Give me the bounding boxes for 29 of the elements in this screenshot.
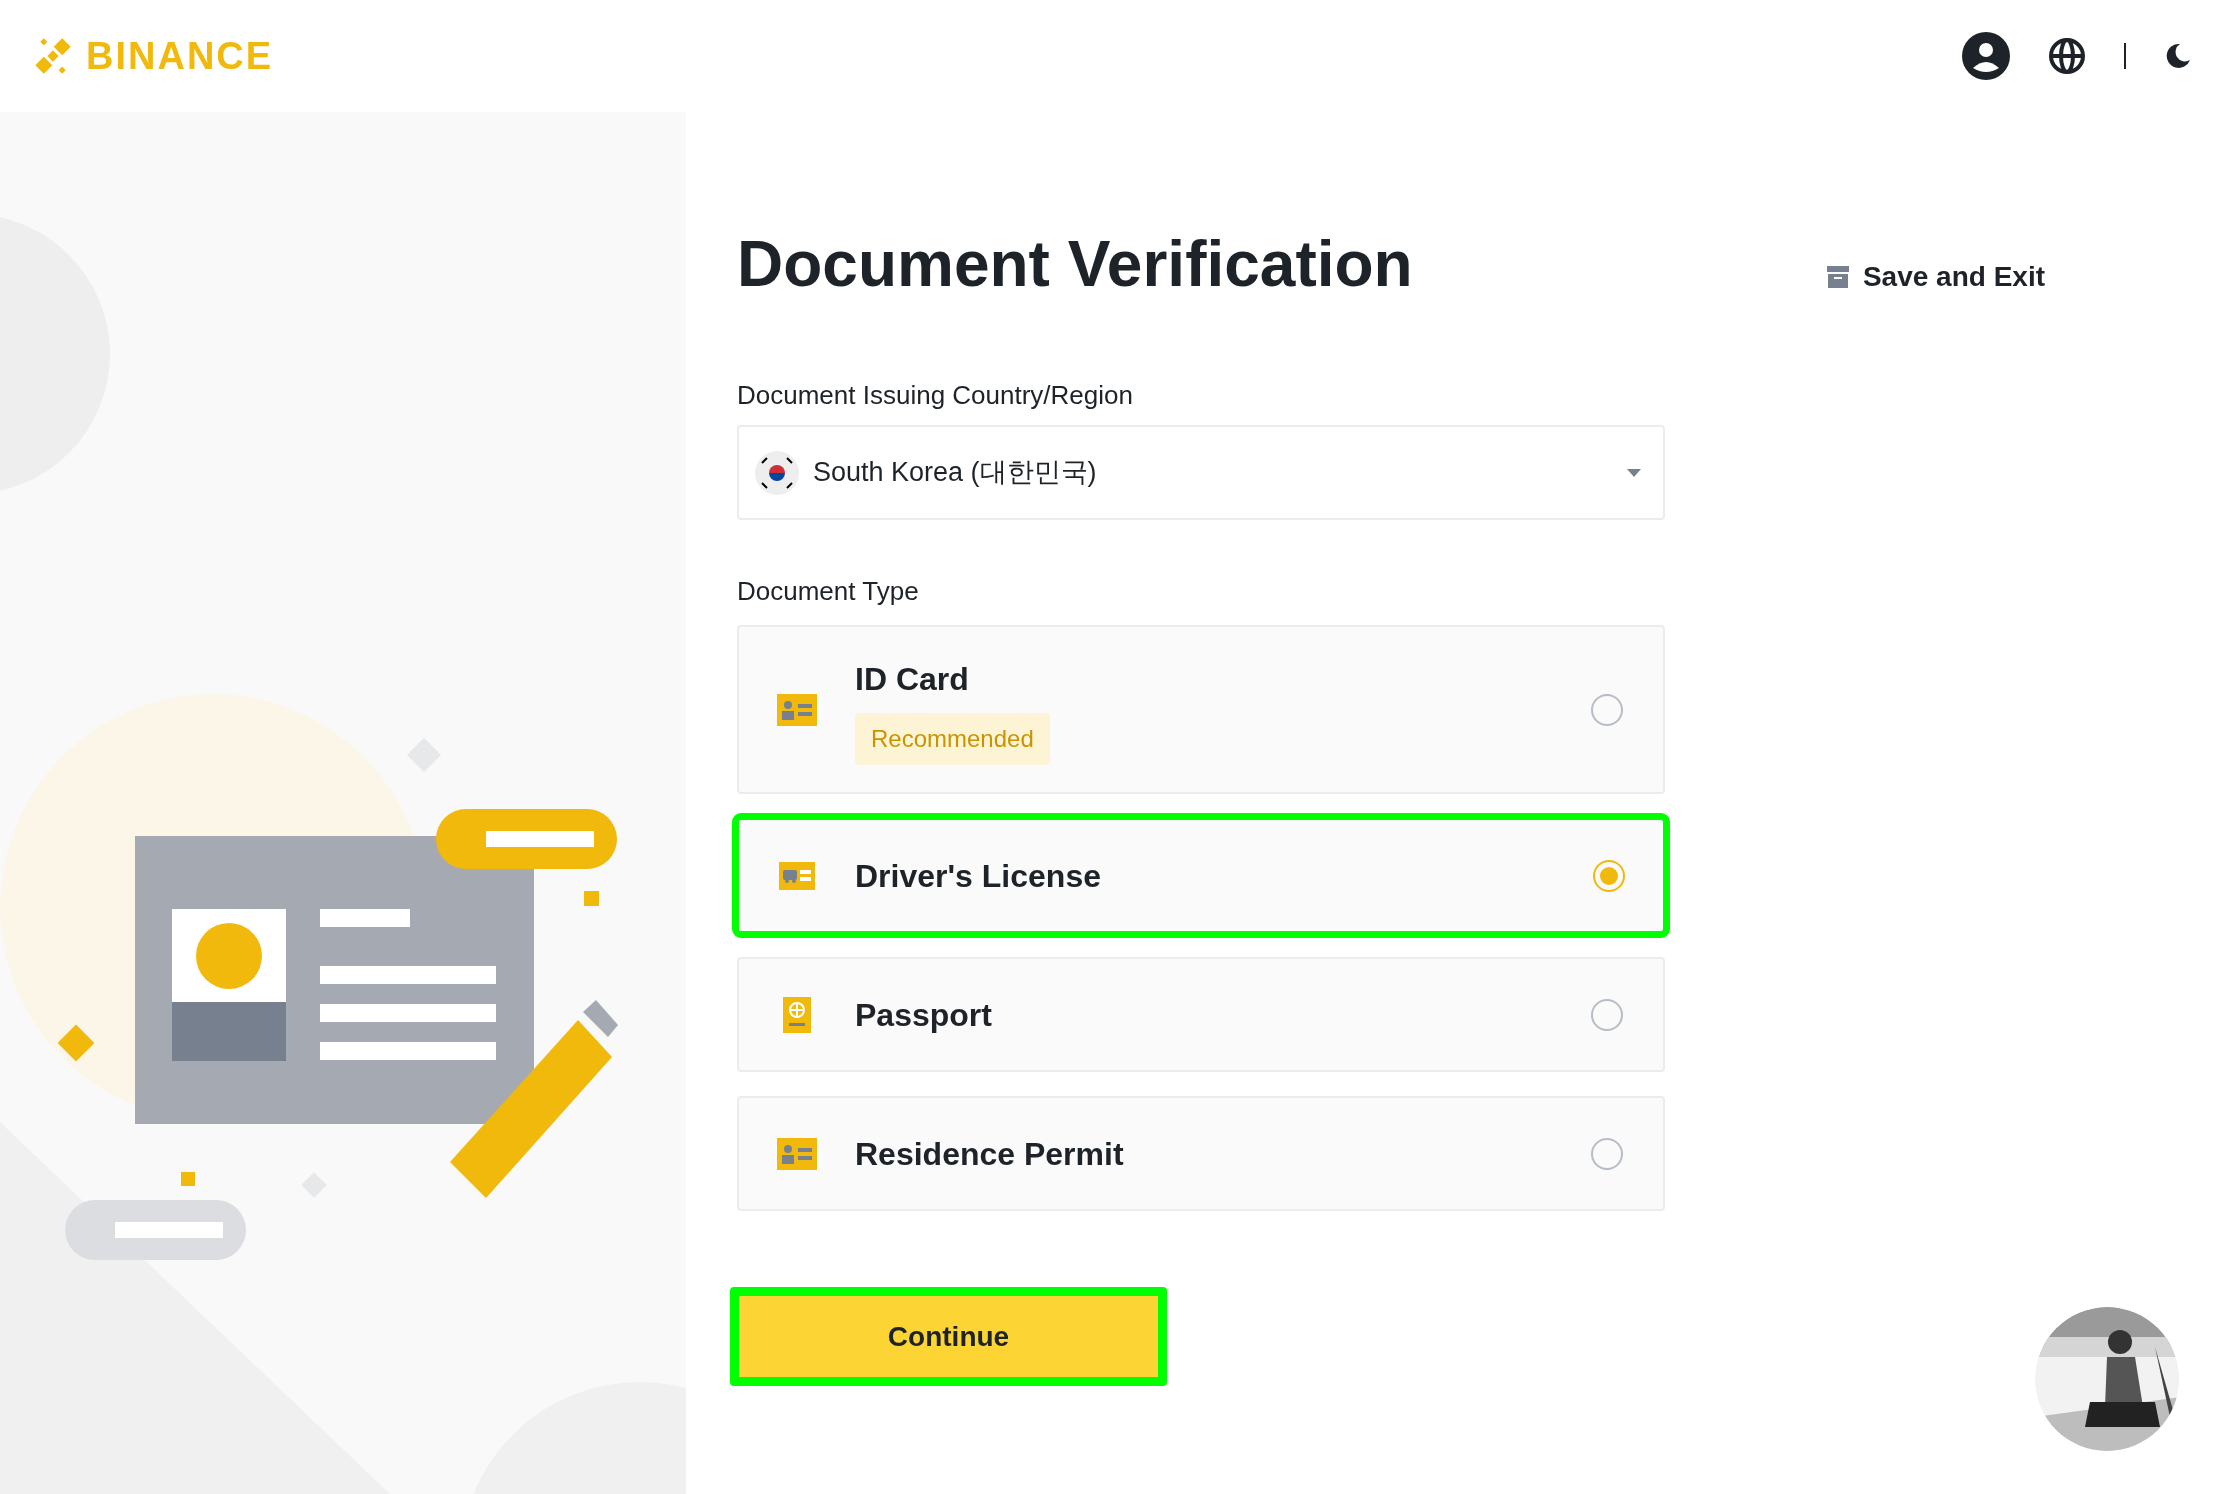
continue-button[interactable]: Continue	[730, 1287, 1167, 1386]
archive-icon	[1826, 266, 1849, 288]
car-card-icon	[779, 861, 815, 890]
field-label: Document Issuing Country/Region	[737, 379, 1134, 412]
radio-button[interactable]	[1591, 998, 1623, 1031]
document-option[interactable]: Passport	[737, 957, 1665, 1072]
globe-icon[interactable]	[2048, 37, 2086, 75]
page-title: Document Verification	[737, 232, 1414, 296]
id-card-icon	[777, 693, 817, 726]
field-label: Document Type	[737, 575, 920, 608]
option-label: Residence Permit	[855, 1134, 1124, 1174]
save-exit-button[interactable]: Save and Exit	[1826, 256, 2045, 298]
option-label: ID Card	[855, 659, 970, 699]
radio-button[interactable]	[1591, 1137, 1623, 1170]
moon-icon[interactable]	[2164, 42, 2192, 70]
option-label: Passport	[855, 995, 992, 1035]
caret-icon	[1627, 468, 1641, 477]
document-option[interactable]: ID Card Recommended	[737, 625, 1665, 794]
option-label: Driver's License	[855, 856, 1101, 896]
flag-icon	[755, 450, 799, 495]
country-select[interactable]: South Korea (대한민국)	[737, 425, 1665, 520]
radio-button[interactable]	[1593, 859, 1625, 892]
radio-button[interactable]	[1591, 693, 1623, 726]
recommended-badge: Recommended	[855, 712, 1050, 765]
user-icon[interactable]	[1962, 32, 2010, 80]
select-value: South Korea (대한민국)	[813, 456, 1097, 490]
id-card-icon	[777, 1137, 817, 1170]
document-option[interactable]: Residence Permit	[737, 1096, 1665, 1211]
passport-icon	[783, 996, 811, 1033]
